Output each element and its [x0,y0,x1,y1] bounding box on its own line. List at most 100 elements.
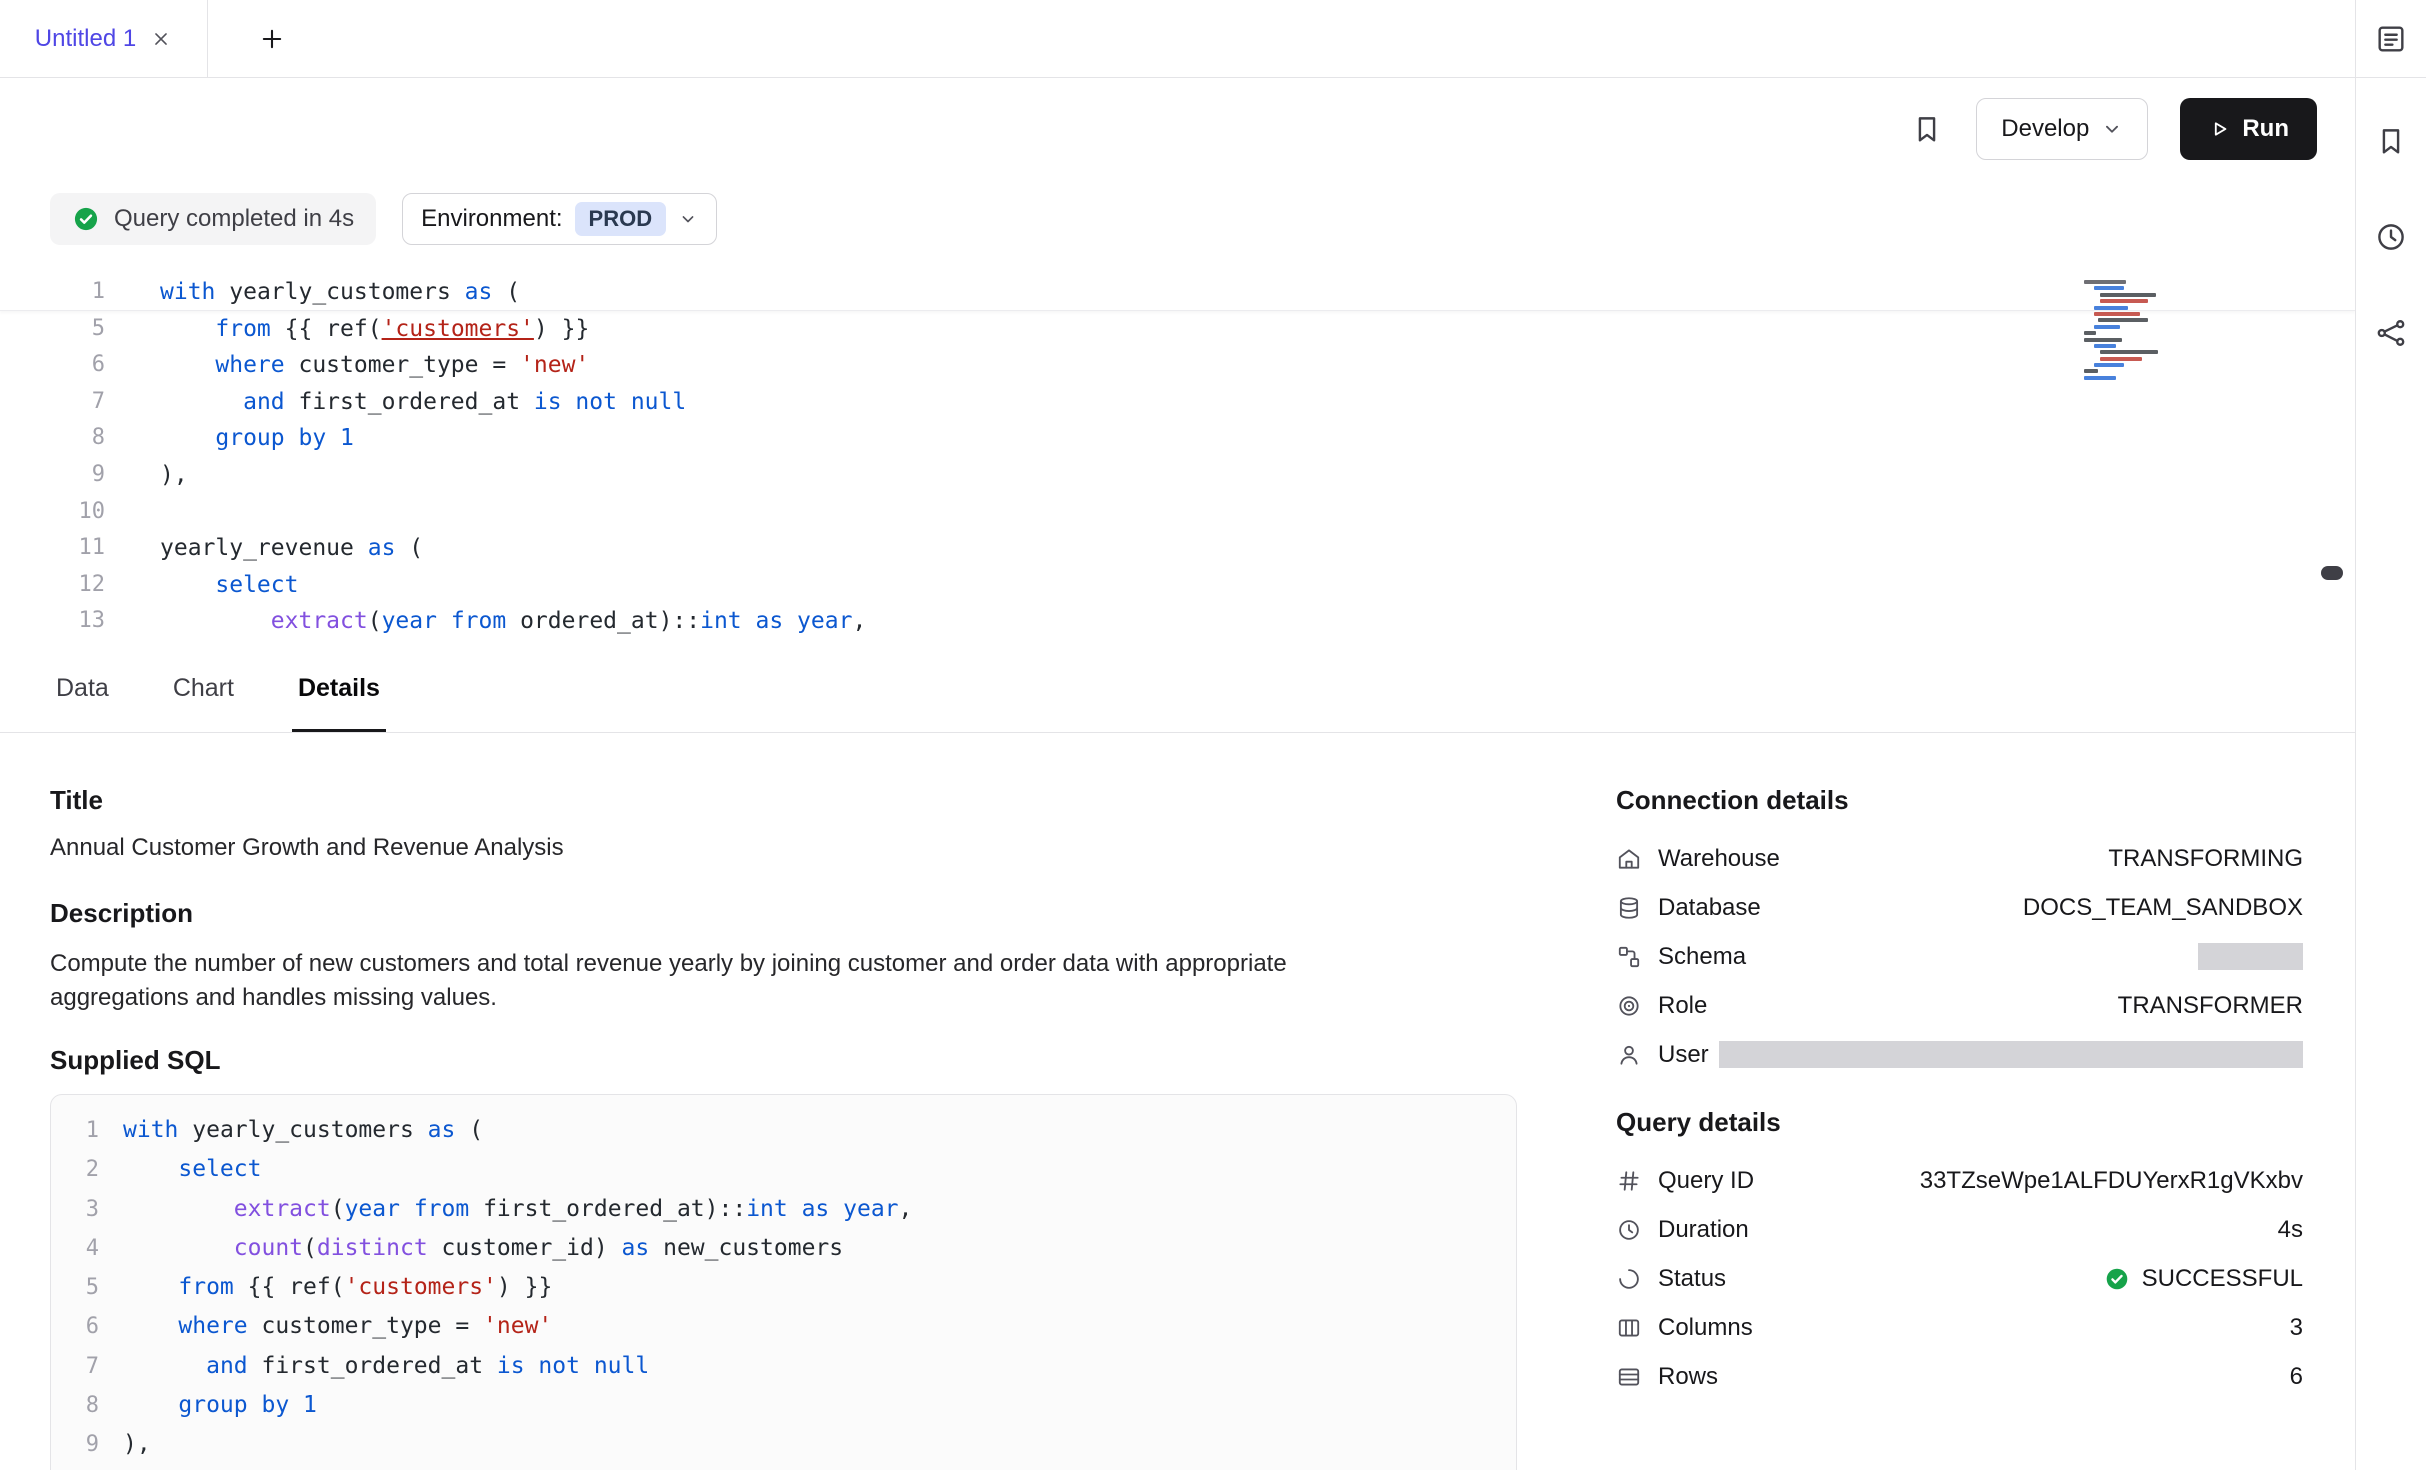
code-line: 1with yearly_customers as ( [51,1111,1516,1150]
query-status-pill: Query completed in 4s [50,193,376,245]
scrollbar-thumb[interactable] [2321,566,2343,580]
detail-row: Columns 3 [1616,1303,2303,1352]
sql-editor[interactable]: 1with yearly_customers as (5 from {{ ref… [0,258,2355,648]
supplied-sql-block: 1with yearly_customers as (2 select3 ext… [50,1094,1517,1470]
code-line: 12 select [0,567,2355,604]
status-row: Query completed in 4s Environment: PROD [0,180,2355,258]
detail-row: Rows6 [1616,1352,2303,1401]
detail-label: Warehouse [1658,845,1780,873]
detail-value: 3 [2290,1314,2303,1342]
detail-row: Schema [1616,932,2303,981]
minimap [2084,280,2209,382]
run-button[interactable]: Run [2180,98,2317,160]
detail-label: Status [1658,1265,1726,1293]
bookmark-icon[interactable] [1910,112,1944,146]
connection-details-rows: WarehouseTRANSFORMINGDatabaseDOCS_TEAM_S… [1616,834,2303,1079]
environment-selector[interactable]: Environment: PROD [402,193,717,245]
code-line: 8 group by 1 [51,1386,1516,1425]
supplied-sql-code: 1with yearly_customers as (2 select3 ext… [51,1111,1516,1470]
description-value: Compute the number of new customers and … [50,947,1320,1015]
code-line: 11yearly_revenue as ( [0,530,2355,567]
detail-label: Database [1658,894,1761,922]
detail-value: 6 [2290,1363,2303,1391]
detail-label: Columns [1658,1314,1753,1342]
details-left-column: Title Annual Customer Growth and Revenue… [50,785,1517,1470]
line-number: 4 [51,1229,99,1268]
history-icon[interactable] [2374,220,2408,254]
detail-row: Query ID33TZseWpe1ALFDUYerxR1gVKxbv [1616,1156,2303,1205]
main-area: Untitled 1 Develop Run [0,0,2355,1470]
line-number: 7 [51,1347,99,1386]
details-right-column: Connection details WarehouseTRANSFORMING… [1616,785,2303,1401]
query-details-rows: Query ID33TZseWpe1ALFDUYerxR1gVKxbvDurat… [1616,1156,2303,1401]
query-status-text: Query completed in 4s [114,205,354,233]
line-number: 7 [0,384,105,421]
code-line: 8 group by 1 [0,420,2355,457]
detail-row: User [1616,1030,2303,1079]
warehouse-icon [1616,846,1642,872]
line-number: 13 [0,603,105,640]
role-icon [1616,993,1642,1019]
connection-details-heading: Connection details [1616,785,2303,816]
query-details-heading: Query details [1616,1107,2303,1138]
code-line: 6 where customer_type = 'new' [0,347,2355,384]
supplied-sql-heading: Supplied SQL [50,1045,1517,1076]
code-line: 9), [51,1425,1516,1464]
line-number: 5 [51,1268,99,1307]
detail-value: 33TZseWpe1ALFDUYerxR1gVKxbv [1920,1167,2303,1195]
detail-row: RoleTRANSFORMER [1616,981,2303,1030]
line-number: 9 [0,457,105,494]
status-icon [1616,1266,1642,1292]
check-circle-icon [2104,1266,2130,1292]
title-heading: Title [50,785,1517,816]
tab-chart[interactable]: Chart [167,648,240,732]
rows-icon [1616,1364,1642,1390]
code-line: 2 select [51,1150,1516,1189]
lineage-icon[interactable] [2374,316,2408,350]
query-editor-icon[interactable] [2374,22,2408,56]
user-icon [1616,1042,1642,1068]
line-number: 10 [51,1465,99,1470]
close-icon[interactable] [150,28,172,50]
line-number: 3 [51,1190,99,1229]
redacted-value [2198,943,2303,970]
tab-untitled-1[interactable]: Untitled 1 [0,0,208,77]
code-line: 3 extract(year from first_ordered_at)::i… [51,1190,1516,1229]
line-number: 6 [51,1307,99,1346]
code-line: 5 from {{ ref('customers') }} [51,1268,1516,1307]
detail-row: StatusSUCCESSFUL [1616,1254,2303,1303]
detail-row: WarehouseTRANSFORMING [1616,834,2303,883]
query-id-icon [1616,1168,1642,1194]
columns-icon [1616,1315,1642,1341]
detail-label: Role [1658,992,1707,1020]
code-line: 6 where customer_type = 'new' [51,1307,1516,1346]
run-label: Run [2242,115,2289,143]
code-line: 7 and first_ordered_at is not null [51,1347,1516,1386]
code-line: 10 [51,1465,1516,1470]
result-tabs: Data Chart Details [0,648,2355,733]
code-line: 5 from {{ ref('customers') }} [0,311,2355,348]
rail-icons-section [2356,78,2426,350]
line-number: 12 [0,567,105,604]
toolbar: Develop Run [0,78,2355,180]
new-tab-button[interactable] [258,25,286,53]
code-line: 1with yearly_customers as ( [0,274,2355,311]
title-value: Annual Customer Growth and Revenue Analy… [50,834,1517,862]
app-window: Untitled 1 Develop Run [0,0,2426,1470]
chevron-down-icon [678,209,698,229]
code-line: 4 count(distinct customer_id) as new_cus… [51,1229,1516,1268]
tab-details[interactable]: Details [292,648,386,732]
tab-title: Untitled 1 [35,25,136,53]
tab-data[interactable]: Data [50,648,115,732]
environment-badge: PROD [575,202,667,236]
bookmarks-icon[interactable] [2374,124,2408,158]
detail-label: Schema [1658,943,1746,971]
develop-button[interactable]: Develop [1976,98,2148,160]
line-number: 1 [0,274,105,310]
details-panel: Title Annual Customer Growth and Revenue… [0,733,2355,1470]
detail-value: 4s [2278,1216,2303,1244]
database-icon [1616,895,1642,921]
tab-bar: Untitled 1 [0,0,2355,78]
line-number: 5 [0,311,105,348]
redacted-value [1719,1041,2303,1068]
